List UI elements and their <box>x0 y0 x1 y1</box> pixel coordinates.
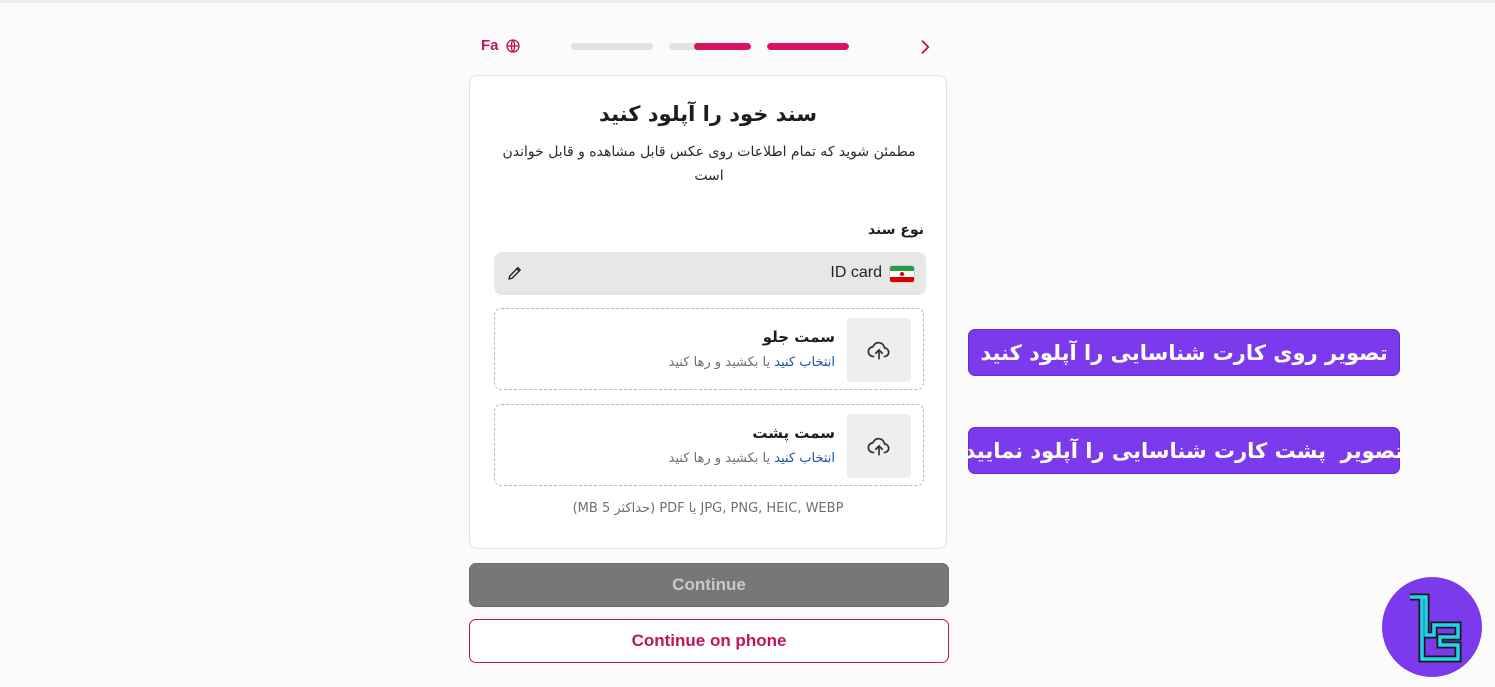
continue-on-phone-button[interactable]: Continue on phone <box>469 619 949 663</box>
front-upload-hint: انتخاب کنید یا بکشید و رها کنید <box>669 355 835 370</box>
back-callout: تصویر پشت کارت شناسایی را آپلود نمایید <box>965 427 1403 474</box>
language-label: Fa <box>481 37 499 54</box>
front-upload-button[interactable] <box>847 318 911 382</box>
upload-card: سند خود را آپلود کنید مطمئن شوید که تمام… <box>469 75 947 549</box>
top-divider <box>0 0 1495 3</box>
progress-step-2 <box>669 43 751 50</box>
doc-type-select[interactable]: ID card <box>494 252 926 295</box>
front-hint-text: یا بکشید و رها کنید <box>668 355 771 370</box>
progress-step-1 <box>571 43 653 50</box>
front-callout: تصویر روی کارت شناسایی را آپلود کنید <box>968 329 1400 376</box>
progress-step-3 <box>767 43 849 50</box>
globe-icon <box>505 38 520 53</box>
page-subtitle: مطمئن شوید که تمام اطلاعات روی عکس قابل … <box>502 144 916 184</box>
back-choose-link[interactable]: انتخاب کنید <box>774 451 835 466</box>
pencil-icon[interactable] <box>506 264 524 282</box>
front-choose-link[interactable]: انتخاب کنید <box>774 355 835 370</box>
progress-steps <box>571 43 849 50</box>
accepted-formats: JPG, PNG, HEIC, WEBP یا PDF (حداکثر 5 MB… <box>572 501 844 516</box>
upload-cloud-icon <box>867 437 890 456</box>
brand-logo-mark <box>1410 593 1462 663</box>
front-upload-title: سمت جلو <box>762 328 835 346</box>
back-upload-zone[interactable]: سمت پشت انتخاب کنید یا بکشید و رها کنید <box>494 404 924 486</box>
iran-flag-icon <box>890 266 914 282</box>
doc-type-value: ID card <box>830 264 882 281</box>
language-switcher[interactable]: Fa <box>481 37 521 54</box>
chevron-right-icon[interactable] <box>915 37 935 57</box>
continue-button[interactable]: Continue <box>469 563 949 607</box>
back-upload-title: سمت پشت <box>752 424 835 442</box>
back-upload-button[interactable] <box>847 414 911 478</box>
doc-type-label: نوع سند <box>867 222 924 238</box>
header: Fa <box>469 34 949 60</box>
upload-cloud-icon <box>867 341 890 360</box>
front-upload-zone[interactable]: سمت جلو انتخاب کنید یا بکشید و رها کنید <box>494 308 924 390</box>
page-title: سند خود را آپلود کنید <box>598 102 818 126</box>
back-upload-hint: انتخاب کنید یا بکشید و رها کنید <box>669 451 835 466</box>
brand-logo <box>1382 577 1482 677</box>
back-hint-text: یا بکشید و رها کنید <box>668 451 771 466</box>
